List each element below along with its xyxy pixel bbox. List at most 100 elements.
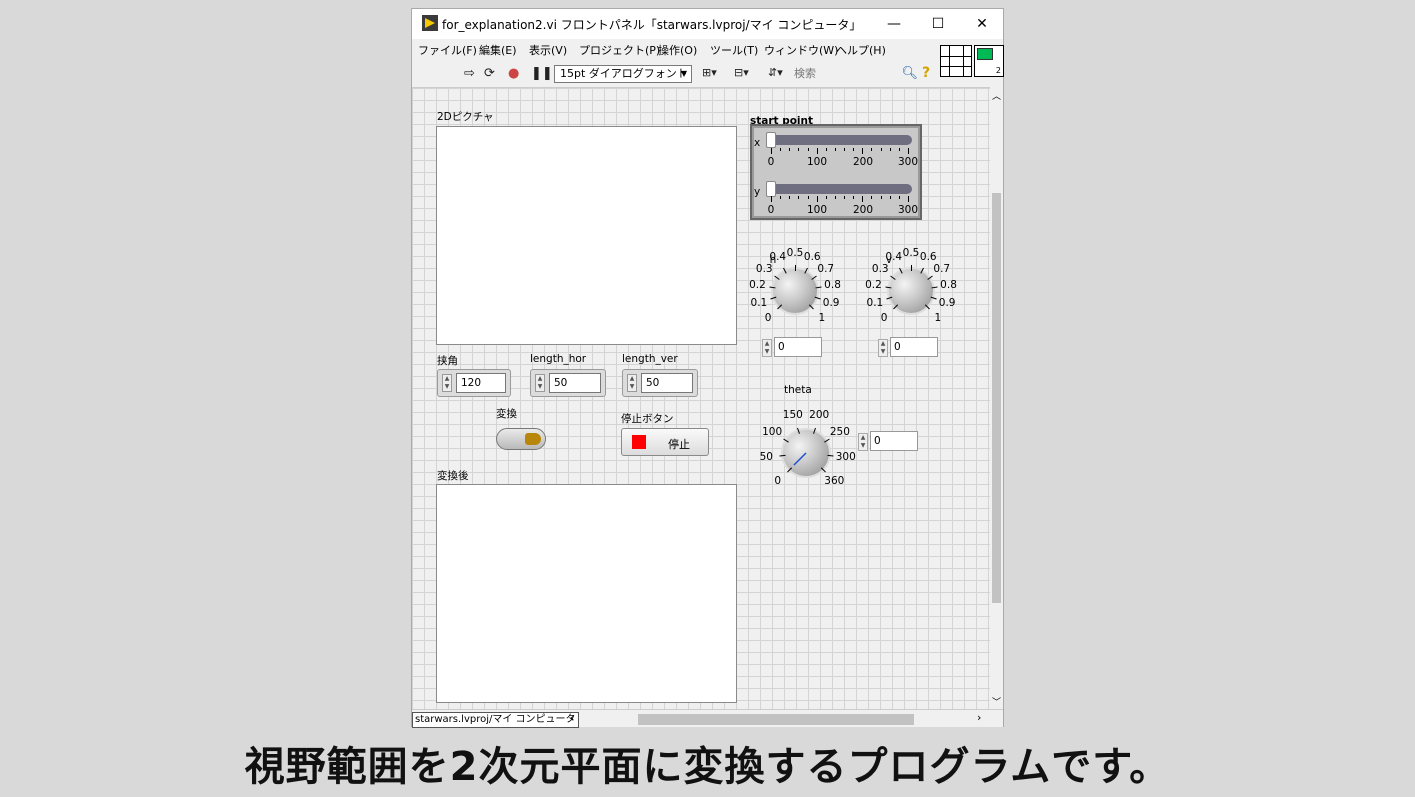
spinner-icon[interactable]: ▲ ▼ — [627, 374, 637, 392]
slider-x-scale: 0 100 200 300 — [754, 156, 918, 170]
theta-value[interactable]: 0 — [870, 431, 918, 451]
slider-tick — [807, 148, 809, 151]
align-objects-icon[interactable]: ⊞▾ — [702, 66, 717, 79]
slider-tick — [862, 196, 864, 202]
vertical-scroll-thumb[interactable] — [992, 193, 1001, 603]
slider-tick — [834, 148, 836, 151]
close-button[interactable]: ✕ — [960, 9, 1004, 39]
slider-y-tick-label: 100 — [806, 204, 828, 216]
menu-view[interactable]: 表示(V) — [529, 42, 567, 58]
knob-v-value[interactable]: 0 — [890, 337, 938, 357]
hasami-control[interactable]: ▲ ▼ 120 — [437, 369, 511, 397]
vertical-scrollbar[interactable]: ︿ ﹀ — [990, 87, 1003, 709]
knob-v-digital[interactable]: ▲ ▼ 0 — [878, 337, 940, 359]
distribute-objects-icon[interactable]: ⊟▾ — [734, 66, 749, 79]
context-help-icon[interactable]: ? — [922, 65, 930, 81]
knob-theta-scale-label: 100 — [762, 425, 783, 438]
vi-icon[interactable]: 2 — [974, 45, 1004, 77]
henkan-label: 変換 — [496, 408, 517, 420]
knob-h-scale-label: 0.8 — [824, 279, 841, 292]
vi-icon-screen — [977, 48, 993, 60]
menu-project[interactable]: プロジェクト(P) — [579, 42, 660, 58]
theta-label: theta — [784, 384, 812, 396]
knob-h-value[interactable]: 0 — [774, 337, 822, 357]
knob-h-scale-label: 0.5 — [786, 247, 804, 259]
knob-v-scale-label: 0.5 — [902, 247, 920, 259]
knob-h-digital[interactable]: ▲ ▼ 0 — [762, 337, 824, 359]
slider-tick — [844, 196, 846, 199]
search-box[interactable]: 検索 🔍︎ — [790, 65, 922, 83]
scroll-up-icon[interactable]: ︿ — [992, 89, 1001, 102]
menu-edit[interactable]: 編集(E) — [479, 42, 517, 58]
scroll-left-icon[interactable]: ‹ — [570, 711, 574, 724]
run-arrow-icon[interactable]: ⇨ — [464, 66, 475, 81]
knob-h-scale-label: 0.1 — [750, 296, 768, 309]
slider-x-thumb[interactable] — [766, 132, 776, 148]
knob-theta-needle-line — [793, 452, 807, 466]
search-input[interactable]: 検索 — [794, 67, 816, 80]
henkan-toggle[interactable] — [496, 428, 546, 450]
knob-v-scale-label: 0.2 — [865, 279, 882, 292]
slider-tick — [880, 196, 882, 199]
slider-x-track[interactable] — [766, 135, 912, 145]
pause-icon[interactable]: ❚❚ — [531, 66, 553, 81]
slider-tick — [908, 148, 909, 154]
length-hor-value[interactable]: 50 — [549, 373, 601, 393]
scroll-right-icon[interactable]: › — [977, 711, 981, 724]
spinner-icon[interactable]: ▲ ▼ — [858, 433, 868, 451]
length-ver-value[interactable]: 50 — [641, 373, 693, 393]
slider-x-ticks — [754, 148, 918, 154]
minimize-button[interactable]: — — [872, 9, 916, 39]
slider-y-thumb[interactable] — [766, 181, 776, 197]
menu-help[interactable]: ヘルプ(H) — [836, 42, 886, 58]
run-continuously-icon[interactable]: ⟳ — [484, 66, 495, 81]
hasami-value[interactable]: 120 — [456, 373, 506, 393]
slider-tick — [889, 148, 891, 151]
menu-bar: ファイル(F) 編集(E) 表示(V) プロジェクト(P) 操作(O) ツール(… — [412, 39, 940, 61]
stop-button[interactable]: 停止 — [621, 428, 709, 456]
maximize-button[interactable]: ☐ — [916, 9, 960, 39]
spinner-icon[interactable]: ▲ ▼ — [535, 374, 545, 392]
menu-file[interactable]: ファイル(F) — [418, 42, 477, 58]
knob-theta-scale-label: 360 — [824, 475, 845, 488]
slider-tick — [780, 148, 782, 151]
knob-v-scale-label: 1 — [934, 311, 942, 324]
menu-operate[interactable]: 操作(O) — [658, 42, 697, 58]
knob-v-scale-label: 0.7 — [933, 262, 951, 275]
title-bar[interactable]: for_explanation2.vi フロントパネル「starwars.lvp… — [412, 9, 1003, 39]
slider-tick — [789, 148, 791, 151]
length-ver-control[interactable]: ▲ ▼ 50 — [622, 369, 698, 397]
menu-tools[interactable]: ツール(T) — [710, 42, 758, 58]
knob-h-scale-label: 0.7 — [817, 262, 835, 275]
knob-theta-scale-label: 200 — [809, 409, 830, 422]
scroll-down-icon[interactable]: ﹀ — [992, 695, 1001, 708]
knob-v-name-label: v — [885, 254, 893, 266]
slider-x-tick-label: 200 — [852, 156, 874, 168]
start-point-cluster: x 0 100 200 300 y 0 100 200 300 — [750, 124, 922, 220]
slider-tick — [908, 196, 909, 202]
reorder-icon[interactable]: ⇵▾ — [768, 66, 783, 79]
slider-y-scale: 0 100 200 300 — [754, 204, 918, 218]
slider-x-tick-label: 100 — [806, 156, 828, 168]
spinner-icon[interactable]: ▲ ▼ — [878, 339, 888, 357]
length-hor-control[interactable]: ▲ ▼ 50 — [530, 369, 606, 397]
spinner-icon[interactable]: ▲ ▼ — [762, 339, 772, 357]
spinner-icon[interactable]: ▲ ▼ — [442, 374, 452, 392]
font-select[interactable]: 15pt ダイアログフォント ▼ — [554, 65, 692, 83]
slider-y-track[interactable] — [766, 184, 912, 194]
picture-converted[interactable] — [436, 484, 737, 703]
knob-h-scale-label: 0 — [764, 311, 772, 324]
picture-2d[interactable] — [436, 126, 737, 345]
horizontal-scroll-thumb[interactable] — [638, 714, 914, 725]
theta-digital[interactable]: ▲ ▼ 0 — [858, 431, 920, 453]
length-hor-label: length_hor — [530, 353, 587, 365]
knob-theta-needle — [793, 452, 807, 466]
slider-tick — [771, 196, 772, 202]
abort-icon[interactable]: ● — [508, 66, 519, 81]
connector-pane-icon[interactable] — [940, 45, 972, 77]
search-icon[interactable]: 🔍︎ — [901, 65, 918, 83]
slider-y-ticks — [754, 196, 918, 202]
slider-tick — [844, 148, 846, 151]
menu-window[interactable]: ウィンドウ(W) — [764, 42, 838, 58]
stop-square-icon — [632, 435, 646, 449]
